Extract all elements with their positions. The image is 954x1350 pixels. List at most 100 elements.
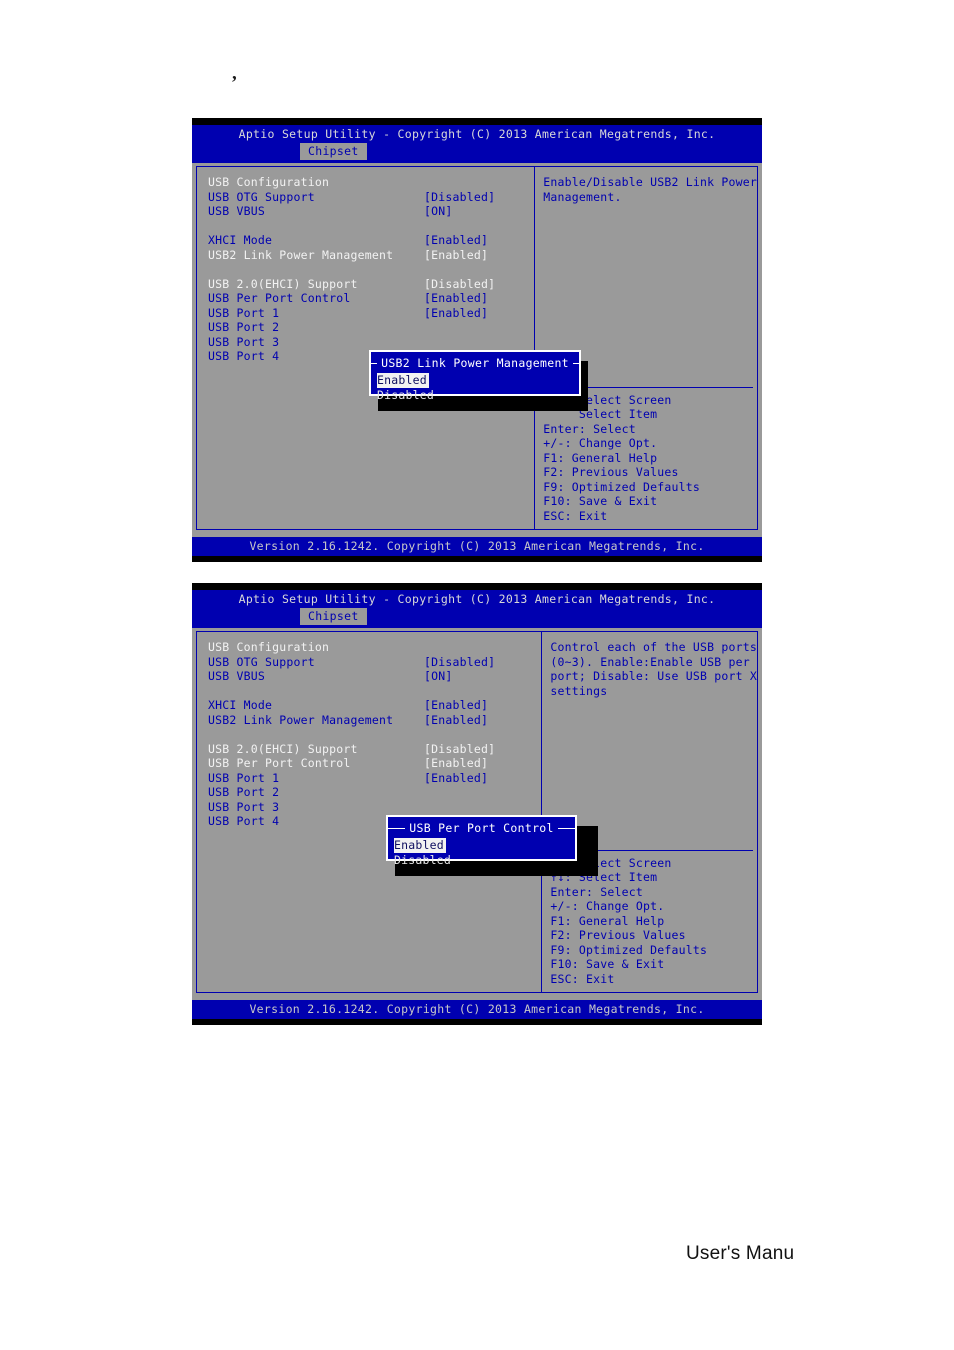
setting-value[interactable]: [Enabled] [424, 771, 488, 785]
setting-value[interactable]: [Enabled] [424, 291, 488, 305]
key-action: Select Screen [578, 392, 672, 407]
setting-label[interactable]: USB Port 2 [208, 785, 279, 799]
key-combo: ESC [543, 508, 565, 523]
setting-value[interactable]: [ON] [424, 669, 453, 683]
key-action: General Help [571, 450, 658, 465]
key-esc: ESC: Exit [543, 508, 608, 523]
popup-option-enabled[interactable]: Enabled [394, 838, 446, 853]
popup-title: USB2 Link Power Management [371, 352, 580, 370]
key-action: Change Opt. [578, 436, 658, 450]
tab-chipset-2[interactable]: Chipset [300, 608, 367, 625]
setting-row-selected: USB Per Port Control [Enabled] [208, 756, 541, 771]
setting-label[interactable]: USB VBUS [208, 669, 265, 683]
key-f9: F9: Optimized Defaults [543, 479, 701, 494]
key-combo: ESC [550, 971, 572, 986]
row-spacer [208, 262, 534, 277]
key-enter: Enter: Select [543, 421, 636, 436]
setting-label[interactable]: USB Port 4 [208, 814, 279, 828]
setting-value[interactable]: [Enabled] [424, 756, 488, 770]
setting-label[interactable]: USB2 Link Power Management [208, 248, 393, 262]
key-f1: F1: General Help [543, 450, 658, 465]
row-spacer [208, 727, 541, 742]
key-combo: F10 [550, 957, 572, 971]
setting-row: USB Port 1 [Enabled] [208, 306, 534, 321]
setting-value[interactable]: [Disabled] [424, 742, 495, 756]
setting-value[interactable]: [Enabled] [424, 713, 488, 727]
settings-pane-1: USB Configuration USB OTG Support [Disabl… [197, 167, 536, 529]
key-action: General Help [578, 913, 665, 928]
version-bar-1: Version 2.16.1242. Copyright (C) 2013 Am… [192, 537, 762, 556]
key-combo: Enter [543, 421, 579, 436]
setting-label[interactable]: USB Port 1 [208, 306, 279, 320]
title-bar-2: Aptio Setup Utility - Copyright (C) 2013… [192, 590, 762, 628]
setting-value[interactable]: [Enabled] [424, 248, 488, 262]
setting-value[interactable]: [Enabled] [424, 306, 488, 320]
page-tick-mark: , [232, 63, 237, 84]
key-esc: ESC: Exit [550, 971, 615, 986]
setting-label[interactable]: USB OTG Support [208, 655, 315, 669]
setting-label[interactable]: XHCI Mode [208, 233, 272, 247]
page-footer-text: User's Manu [686, 1243, 795, 1264]
setting-value[interactable]: [Disabled] [424, 190, 495, 204]
top-black-strip [192, 118, 762, 125]
popup-option-enabled[interactable]: Enabled [377, 373, 429, 388]
popup-title-text: USB Per Port Control [409, 821, 554, 835]
key-combo: +/- [543, 436, 565, 450]
popup-title-rule [388, 828, 406, 829]
key-action: Optimized Defaults [571, 479, 701, 494]
setting-label[interactable]: XHCI Mode [208, 698, 272, 712]
key-action: Save & Exit [586, 957, 665, 971]
popup-title-text: USB2 Link Power Management [381, 356, 569, 370]
setting-label[interactable]: USB VBUS [208, 204, 265, 218]
key-combo: Enter [550, 884, 587, 899]
setting-label[interactable]: USB Port 1 [208, 771, 279, 785]
popup-option-disabled[interactable]: Disabled [371, 388, 579, 403]
bottom-black-strip-1 [192, 556, 762, 562]
key-action: Previous Values [571, 465, 679, 479]
key-combo: F2 [543, 465, 558, 479]
setting-value[interactable]: [Enabled] [424, 698, 488, 712]
setting-value[interactable]: [Enabled] [424, 233, 488, 247]
body-inner-1: USB Configuration USB OTG Support [Disabl… [196, 166, 758, 530]
setting-label[interactable]: USB Per Port Control [208, 291, 350, 305]
row-spacer [208, 219, 534, 234]
setting-label[interactable]: USB2 Link Power Management [208, 713, 393, 727]
popup-option-disabled[interactable]: Disabled [388, 853, 575, 868]
popup-usb-per-port-control[interactable]: USB Per Port Control Enabled Disabled [386, 815, 577, 867]
key-f10: F10: Save & Exit [550, 957, 665, 971]
help-line: (0~3). Enable:Enable USB per [550, 654, 750, 669]
popup-usb2-link-power-management[interactable]: USB2 Link Power Management Enabled Disab… [369, 350, 581, 402]
setting-label[interactable]: USB Port 2 [208, 320, 279, 334]
popup-title-rule [572, 363, 580, 364]
key-f10: F10: Save & Exit [543, 494, 658, 508]
setting-row: USB 2.0(EHCI) Support [Disabled] [208, 277, 534, 292]
setting-value[interactable]: [Disabled] [424, 277, 495, 291]
body-inner-2: USB Configuration USB OTG Support [Disabl… [196, 631, 758, 993]
key-combo: F9 [550, 942, 565, 957]
setting-label[interactable]: USB Per Port Control [208, 756, 350, 770]
tab-chipset-1[interactable]: Chipset [300, 143, 367, 160]
setting-label[interactable]: USB OTG Support [208, 190, 315, 204]
key-enter: Enter: Select [550, 884, 644, 899]
bottom-black-strip-2 [192, 1019, 762, 1025]
setting-label[interactable]: USB Port 4 [208, 349, 279, 363]
setting-label[interactable]: USB Port 3 [208, 335, 279, 349]
key-combo: F10 [543, 494, 565, 508]
setting-label: USB Configuration [208, 175, 330, 189]
setting-label[interactable]: USB 2.0(EHCI) Support [208, 742, 358, 756]
setting-value[interactable]: [ON] [424, 204, 453, 218]
setting-row: USB OTG Support [Disabled] [208, 655, 541, 670]
setting-label[interactable]: USB 2.0(EHCI) Support [208, 277, 358, 291]
settings-pane-2: USB Configuration USB OTG Support [Disabl… [197, 632, 543, 992]
key-f9: F9: Optimized Defaults [550, 942, 708, 957]
setting-row: USB VBUS [ON] [208, 669, 541, 684]
key-f1: F1: General Help [550, 913, 665, 928]
setting-value[interactable]: [Disabled] [424, 655, 495, 669]
setting-row: USB OTG Support [Disabled] [208, 190, 534, 205]
setting-label[interactable]: USB Port 3 [208, 800, 279, 814]
top-black-strip-2 [192, 583, 762, 590]
key-combo: F9 [543, 479, 558, 494]
key-action: Select [600, 884, 644, 899]
key-change-opt: +/-: Change Opt. [543, 436, 658, 450]
help-line: Enable/Disable USB2 Link Power [543, 175, 757, 189]
